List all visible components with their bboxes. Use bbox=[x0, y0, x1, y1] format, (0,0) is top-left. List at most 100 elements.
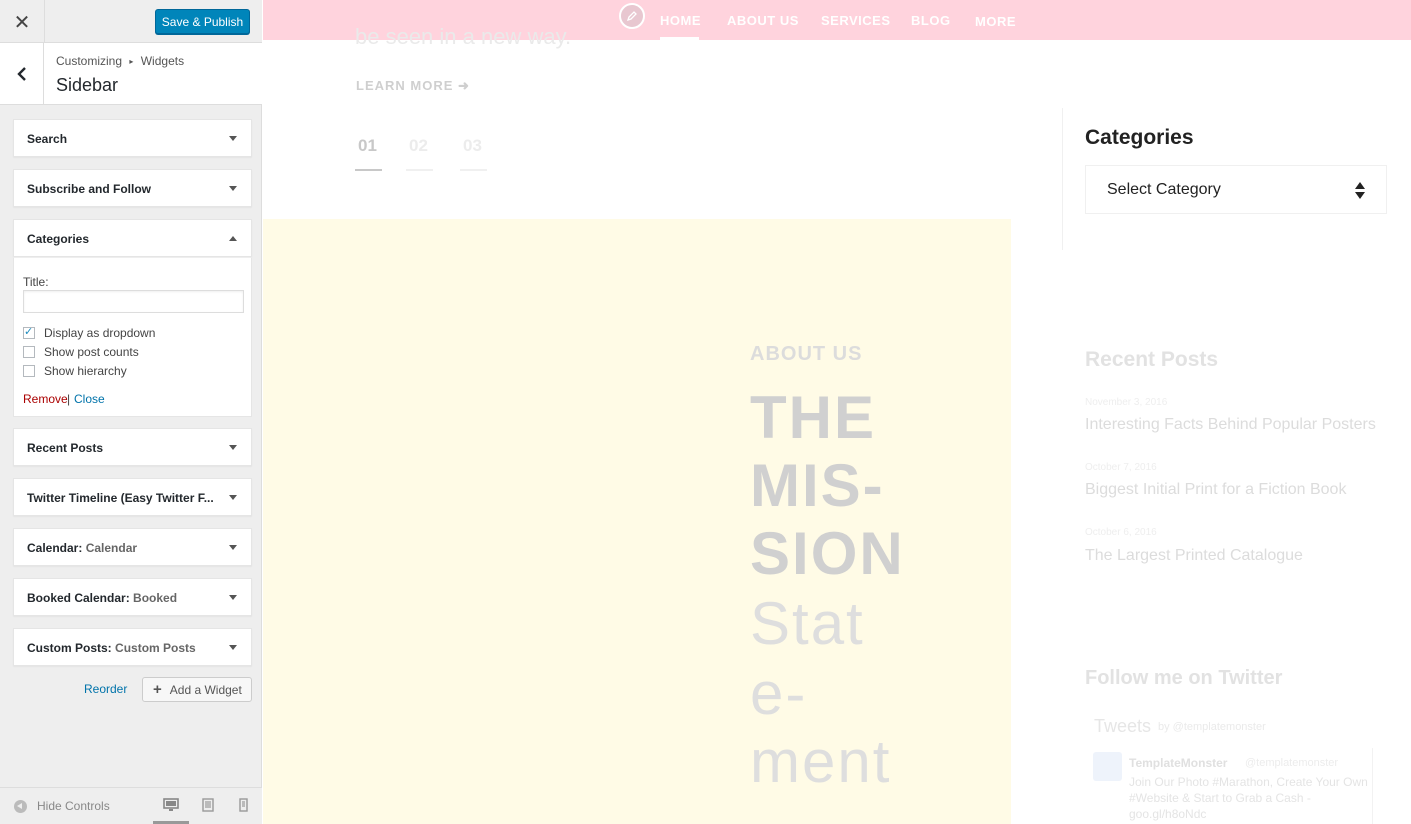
link-separator: | bbox=[67, 392, 71, 406]
tweet-text: Join Our Photo #Marathon, Create Your Ow… bbox=[1129, 775, 1368, 821]
close-widget-link[interactable]: Close bbox=[74, 392, 105, 406]
widget-title: Recent Posts bbox=[27, 441, 104, 455]
tweets-by-link[interactable]: by @templatemonster bbox=[1158, 721, 1266, 733]
title-input[interactable] bbox=[23, 290, 244, 313]
section-title: Sidebar bbox=[56, 75, 119, 95]
nav-item-about-us[interactable]: ABOUT US bbox=[727, 13, 799, 28]
close-customizer-button[interactable]: ✕ bbox=[0, 0, 45, 43]
collapse-icon bbox=[14, 799, 27, 813]
option-show-hierarchy[interactable]: Show hierarchy bbox=[23, 364, 127, 378]
widget-booked-calendar[interactable]: Booked Calendar: Booked bbox=[13, 578, 252, 616]
expand-arrow-icon[interactable] bbox=[229, 186, 237, 191]
slide-indicator-line bbox=[406, 169, 433, 171]
tweet-author-name[interactable]: TemplateMonster bbox=[1129, 756, 1227, 770]
widget-subtitle: Custom Posts bbox=[115, 641, 196, 655]
mobile-preview-icon[interactable] bbox=[239, 798, 248, 812]
chevron-left-icon bbox=[16, 66, 26, 81]
option-show-post-counts[interactable]: Show post counts bbox=[23, 345, 139, 359]
widget-title: Categories bbox=[27, 232, 90, 246]
widget-type: Booked Calendar: bbox=[27, 591, 130, 605]
categories-heading: Categories bbox=[1085, 126, 1194, 149]
close-icon: ✕ bbox=[13, 9, 31, 34]
edit-shortcut-icon[interactable] bbox=[619, 3, 645, 29]
twitter-heading: Follow me on Twitter bbox=[1085, 667, 1283, 689]
plus-icon: + bbox=[153, 681, 162, 698]
learn-more-link[interactable]: LEARN MORE ➜ bbox=[356, 78, 470, 94]
slide-indicator-1[interactable]: 01 bbox=[358, 136, 377, 156]
widget-subtitle: Booked bbox=[133, 591, 178, 605]
checkbox-checked[interactable] bbox=[23, 325, 35, 339]
title-label: Title: bbox=[23, 275, 49, 289]
category-select[interactable]: Select Category bbox=[1085, 165, 1387, 214]
widget-calendar[interactable]: Calendar: Calendar bbox=[13, 528, 252, 566]
widget-custom-posts[interactable]: Custom Posts: Custom Posts bbox=[13, 628, 252, 666]
nav-item-services[interactable]: SERVICES bbox=[821, 13, 891, 28]
back-button[interactable] bbox=[0, 43, 44, 104]
widget-type: Calendar: bbox=[27, 541, 83, 555]
slide-indicator-line-active bbox=[355, 169, 382, 171]
site-preview: HOME ABOUT US SERVICES BLOG MORE be seen… bbox=[263, 0, 1411, 824]
tweet-avatar[interactable] bbox=[1093, 752, 1122, 781]
tablet-preview-icon[interactable] bbox=[202, 798, 214, 812]
widget-title: Twitter Timeline (Easy Twitter F... bbox=[27, 491, 214, 505]
widget-twitter-timeline[interactable]: Twitter Timeline (Easy Twitter F... bbox=[13, 478, 252, 516]
hide-controls-label: Hide Controls bbox=[37, 799, 110, 813]
widget-recent-posts[interactable]: Recent Posts bbox=[13, 428, 252, 466]
post-title-link[interactable]: Interesting Facts Behind Popular Posters bbox=[1085, 416, 1376, 434]
post-date: October 7, 2016 bbox=[1085, 462, 1157, 473]
hide-controls-button[interactable]: Hide Controls bbox=[14, 799, 110, 813]
widget-title: Booked Calendar: Booked bbox=[27, 591, 177, 605]
widget-type: Custom Posts: bbox=[27, 641, 112, 655]
mission-line-5: e- bbox=[750, 660, 808, 727]
expand-arrow-icon[interactable] bbox=[229, 495, 237, 500]
desktop-preview-icon[interactable] bbox=[163, 798, 179, 812]
widget-subtitle: Calendar bbox=[85, 541, 138, 555]
add-widget-button[interactable]: + Add a Widget bbox=[142, 677, 252, 702]
save-publish-button[interactable]: Save & Publish bbox=[155, 9, 250, 34]
post-title-link[interactable]: The Largest Printed Catalogue bbox=[1085, 547, 1303, 565]
customizer-app: ✕ Save & Publish Customizing ▸ Widgets S… bbox=[0, 0, 1411, 824]
nav-item-home[interactable]: HOME bbox=[660, 13, 701, 28]
mission-line-2: MIS- bbox=[750, 452, 885, 519]
expand-arrow-icon[interactable] bbox=[229, 595, 237, 600]
customizer-sidebar: ✕ Save & Publish Customizing ▸ Widgets S… bbox=[0, 0, 262, 824]
breadcrumb-separator: ▸ bbox=[129, 57, 134, 66]
reorder-link[interactable]: Reorder bbox=[84, 682, 127, 696]
select-up-arrow-icon bbox=[1355, 182, 1365, 189]
widget-search[interactable]: Search bbox=[13, 119, 252, 157]
option-label: Show post counts bbox=[44, 345, 139, 359]
expand-arrow-icon[interactable] bbox=[229, 545, 237, 550]
slide-indicator-3[interactable]: 03 bbox=[463, 136, 482, 156]
category-select-value: Select Category bbox=[1107, 181, 1221, 198]
categories-widget-form: Title: Display as dropdown Show post cou… bbox=[13, 257, 252, 417]
tweets-label: Tweets bbox=[1094, 716, 1152, 736]
option-display-dropdown[interactable]: Display as dropdown bbox=[23, 325, 156, 340]
widget-title: Search bbox=[27, 132, 68, 146]
checkbox[interactable] bbox=[23, 346, 35, 358]
tweets-scrollbar[interactable] bbox=[1372, 748, 1384, 824]
customizer-footer: Hide Controls bbox=[0, 787, 262, 824]
tweet-author-handle[interactable]: @templatemonster bbox=[1245, 757, 1338, 769]
nav-item-more[interactable]: MORE bbox=[975, 14, 1016, 29]
expand-arrow-icon[interactable] bbox=[229, 445, 237, 450]
widget-title: Calendar: Calendar bbox=[27, 541, 137, 555]
slide-indicator-2[interactable]: 02 bbox=[409, 136, 428, 156]
about-us-label: ABOUT US bbox=[750, 343, 863, 365]
remove-widget-link[interactable]: Remove bbox=[23, 392, 68, 406]
expand-arrow-icon[interactable] bbox=[229, 136, 237, 141]
nav-item-blog[interactable]: BLOG bbox=[911, 13, 951, 28]
collapse-arrow-icon[interactable] bbox=[229, 236, 237, 241]
option-label: Show hierarchy bbox=[44, 364, 127, 378]
breadcrumb: Customizing ▸ Widgets bbox=[56, 54, 184, 68]
post-date: November 3, 2016 bbox=[1085, 397, 1168, 408]
post-date: October 6, 2016 bbox=[1085, 527, 1157, 538]
option-label: Display as dropdown bbox=[44, 326, 156, 340]
post-title-link[interactable]: Biggest Initial Print for a Fiction Book bbox=[1085, 481, 1346, 499]
widget-categories[interactable]: Categories bbox=[13, 219, 252, 257]
breadcrumb-parent: Customizing bbox=[56, 54, 123, 68]
checkbox[interactable] bbox=[23, 365, 35, 377]
expand-arrow-icon[interactable] bbox=[229, 645, 237, 650]
widget-subscribe-follow[interactable]: Subscribe and Follow bbox=[13, 169, 252, 207]
select-down-arrow-icon bbox=[1355, 192, 1365, 199]
active-nav-underline bbox=[660, 37, 699, 40]
